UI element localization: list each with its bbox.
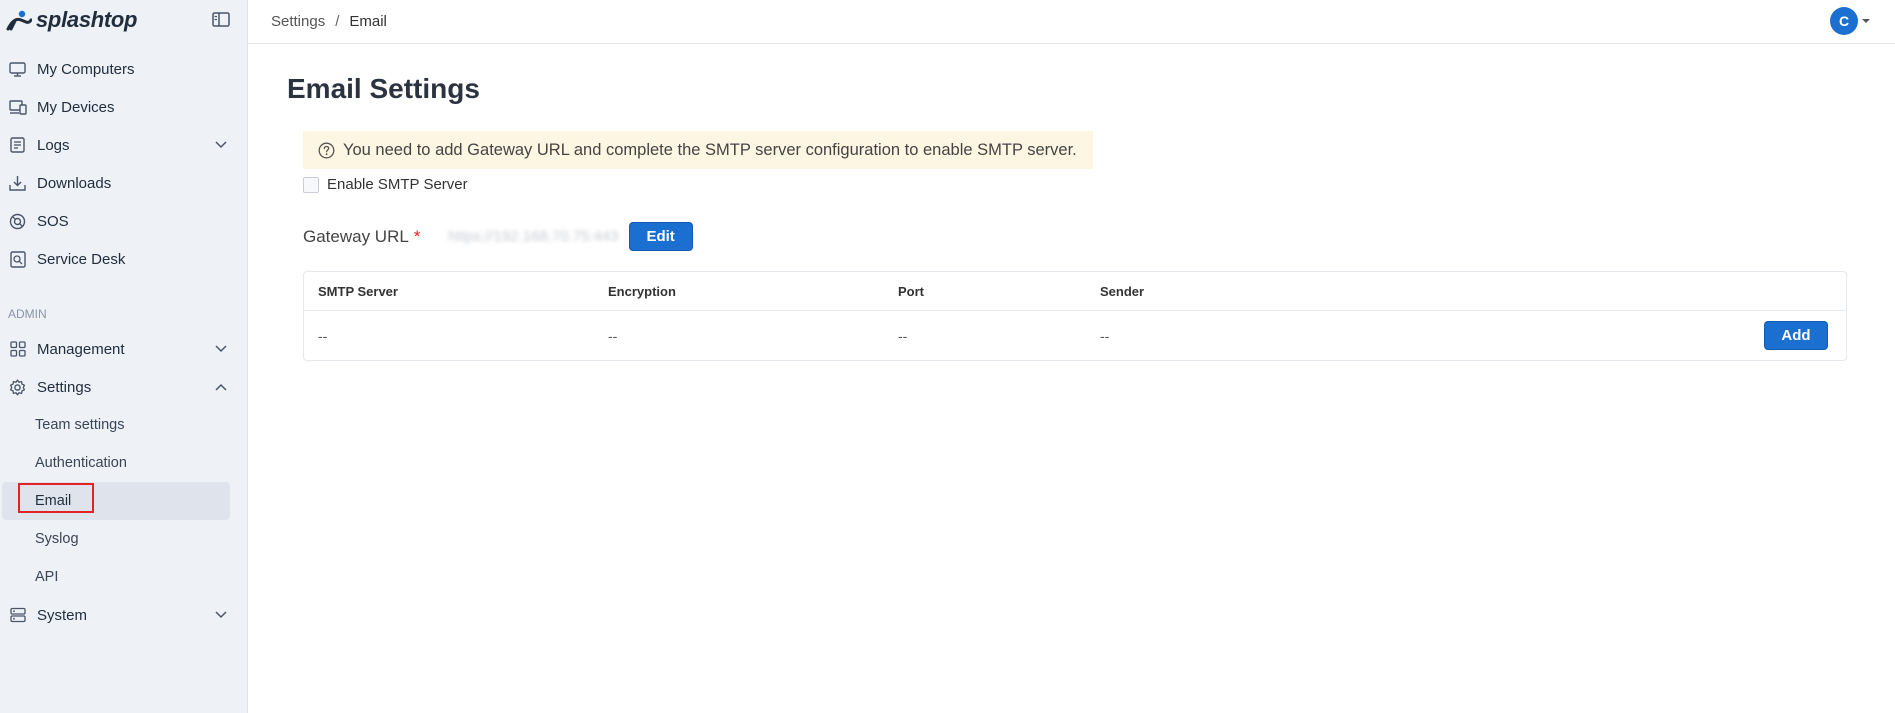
chevron-up-icon[interactable] [214,381,228,393]
gateway-url-row: Gateway URL * https://192.168.70.75:443 … [303,222,693,251]
sidebar-item-label: Settings [37,378,92,396]
grid-icon [8,340,27,359]
sidebar: splashtop My Computers My Devices Logs D… [0,0,248,713]
admin-section-label: ADMIN [8,307,47,321]
table-header: SMTP Server Encryption Port Sender [304,272,1846,311]
sidebar-item-management[interactable]: Management [0,330,247,368]
brand-name: splashtop [36,7,138,32]
edit-button[interactable]: Edit [628,222,693,251]
splashtop-logo[interactable]: splashtop [6,7,138,33]
gear-icon [8,378,27,397]
collapse-sidebar-icon[interactable] [212,12,230,27]
main-nav: My Computers My Devices Logs Downloads S… [0,50,247,278]
sidebar-item-label: My Devices [37,98,115,116]
column-header-sender: Sender [1100,283,1145,299]
enable-smtp-row[interactable]: Enable SMTP Server [303,176,468,193]
notice-banner: You need to add Gateway URL and complete… [303,131,1093,169]
service-desk-icon [8,250,27,269]
sidebar-item-label: My Computers [37,60,135,78]
smtp-table: SMTP Server Encryption Port Sender -- --… [303,271,1847,361]
sidebar-item-label: Service Desk [37,250,126,268]
chevron-down-icon[interactable] [214,609,228,621]
page-title: Email Settings [287,73,480,104]
gateway-url-value: https://192.168.70.75:443 [448,228,619,245]
breadcrumb-separator: / [335,13,340,30]
caret-down-icon [1862,19,1870,23]
splashtop-logo-icon [6,10,32,31]
add-button[interactable]: Add [1764,321,1828,350]
enable-smtp-checkbox[interactable] [303,176,319,193]
server-icon [8,606,27,625]
download-icon [8,174,27,193]
sidebar-subitem-syslog[interactable]: Syslog [0,520,247,558]
logs-icon [8,136,27,155]
enable-smtp-label: Enable SMTP Server [327,176,468,193]
avatar[interactable]: C [1830,7,1858,35]
sidebar-subitem-email[interactable]: Email [2,482,230,520]
required-asterisk: * [413,226,421,246]
sidebar-item-settings[interactable]: Settings [0,368,247,406]
admin-nav: Management Settings Team settings Authen… [0,330,247,634]
sos-icon [8,212,27,231]
breadcrumb: Settings / Email [271,13,387,30]
sidebar-subitem-api[interactable]: API [0,558,247,596]
table-row: -- -- -- -- Add [304,311,1846,361]
chevron-down-icon[interactable] [214,139,228,151]
sidebar-item-label: Downloads [37,174,112,192]
breadcrumb-email: Email [349,13,387,30]
column-header-encryption: Encryption [608,283,676,299]
breadcrumb-settings[interactable]: Settings [271,13,325,30]
sidebar-subitem-authentication[interactable]: Authentication [0,444,247,482]
gateway-url-label: Gateway URL [303,226,409,246]
sidebar-item-logs[interactable]: Logs [0,126,247,164]
cell-sender: -- [1100,328,1110,344]
column-header-port: Port [898,283,924,299]
cell-encryption: -- [608,328,618,344]
question-circle-icon [318,142,335,158]
sidebar-item-label: SOS [37,212,69,230]
sidebar-item-label: System [37,606,88,624]
sidebar-item-sos[interactable]: SOS [0,202,247,240]
sidebar-item-label: Management [37,340,125,358]
sidebar-item-downloads[interactable]: Downloads [0,164,247,202]
column-header-smtp-server: SMTP Server [318,283,398,299]
sidebar-subitem-team-settings[interactable]: Team settings [0,406,247,444]
sidebar-item-label: Logs [37,136,70,154]
devices-icon [8,98,27,117]
notice-text: You need to add Gateway URL and complete… [343,140,1077,159]
sidebar-item-service-desk[interactable]: Service Desk [0,240,247,278]
highlight-box [18,483,94,513]
sidebar-item-system[interactable]: System [0,596,247,634]
sidebar-item-my-devices[interactable]: My Devices [0,88,247,126]
chevron-down-icon[interactable] [214,343,228,355]
topbar: Settings / Email C [248,0,1895,44]
cell-smtp-server: -- [318,328,328,344]
monitor-icon [8,60,27,79]
sidebar-item-my-computers[interactable]: My Computers [0,50,247,88]
cell-port: -- [898,328,908,344]
logo-row: splashtop [0,0,247,40]
main-content: Email Settings You need to add Gateway U… [248,44,1895,713]
user-menu[interactable]: C [1830,7,1870,35]
